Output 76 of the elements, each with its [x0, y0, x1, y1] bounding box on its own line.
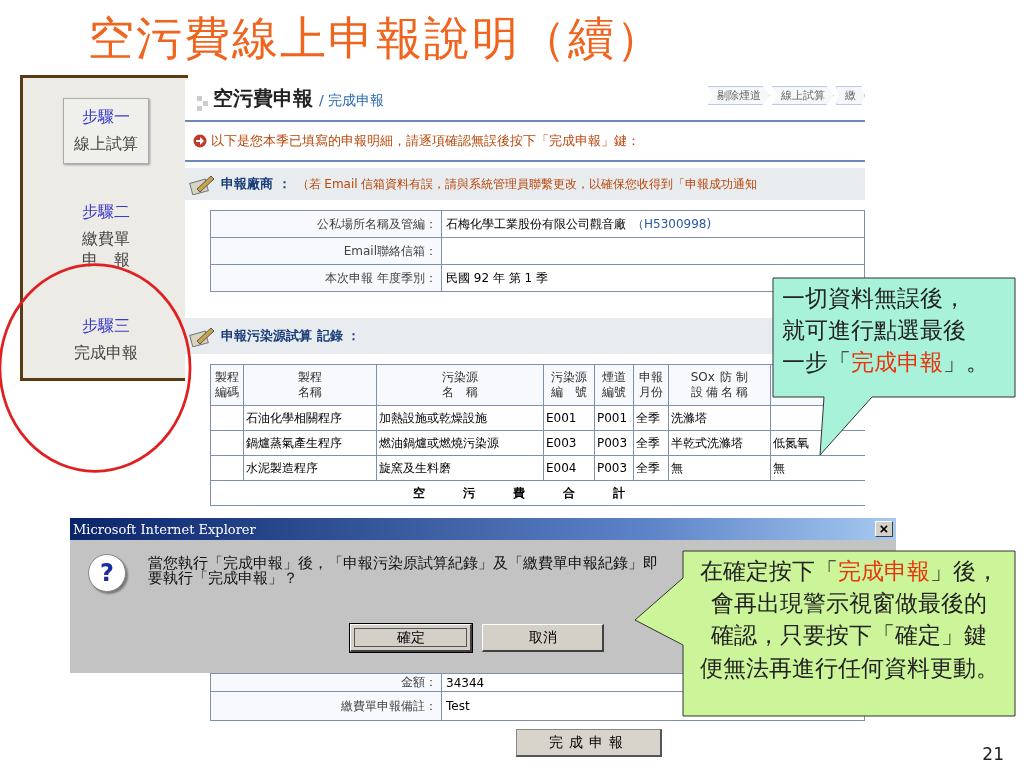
step-number: 步驟三 [81, 316, 130, 338]
callout-text: 就可進行點選最後 [782, 316, 966, 346]
callout-text: 確認，只要按下「確定」鍵 [711, 621, 987, 651]
arrow-circle-icon [193, 134, 207, 148]
callout-text: 在確定按下「完成申報」後， [699, 557, 999, 586]
step-item[interactable]: 步驟二 繳費單 申報 [63, 193, 148, 279]
table-cell: 半乾式洗滌塔 [668, 430, 771, 456]
field-value: Test [446, 699, 470, 713]
step-number: 步驟二 [81, 201, 130, 223]
callout-text: 會再出現警示視窗做最後的 [711, 589, 987, 619]
table-cell: P003 [594, 430, 634, 456]
pen-paper-icon [189, 173, 215, 195]
step-label: 完成申報 [73, 343, 138, 365]
table-cell: 無 [668, 455, 771, 481]
column-header: 污染源名稱 [442, 370, 478, 400]
column-header: 製程名稱 [298, 370, 322, 400]
table-cell: 全季 [633, 430, 669, 456]
column-header: 製程編碼 [215, 370, 239, 400]
table-cell: 石油化學相關程序 [243, 405, 377, 431]
table-cell: E001 [543, 405, 595, 431]
section-title: 申報污染源試算 記錄 ： [221, 327, 361, 345]
slide-title: 空污費線上申報說明（續） [88, 10, 664, 67]
field-label: 公私場所名稱及管編： [210, 210, 442, 238]
column-header: 污染源編號 [551, 370, 587, 400]
breadcrumb-step[interactable]: 剔除煙道 [708, 86, 770, 105]
dialog-message: 當您執行「完成申報」後，「申報污染原試算紀錄」及「繳費單申報紀錄」即 [148, 556, 658, 571]
table-cell: 燃油鍋爐或燃燒污染源 [376, 430, 544, 456]
field-label: 金額： [210, 673, 442, 692]
table-cell: P001 [594, 405, 634, 431]
company-code: （H5300998) [632, 216, 712, 231]
question-icon: ? [88, 554, 126, 592]
pen-paper-icon [189, 325, 215, 347]
page-title: 空污費申報 [213, 85, 313, 112]
dialog-message: 要執行「完成申報」？ [148, 571, 298, 587]
step-label: 線上試算 [73, 134, 138, 155]
callout-text: 便無法再進行任何資料更動。 [699, 653, 999, 683]
total-row: 空污費合計 [210, 480, 865, 506]
column-header: SOx防制設備名稱 [690, 370, 749, 400]
table-cell: 全季 [633, 455, 669, 481]
table-cell: 鍋爐蒸氣產生程序 [243, 430, 377, 456]
column-header: 申報月份 [639, 370, 663, 400]
field-label: Email聯絡信箱： [210, 237, 442, 265]
step-item[interactable]: 步驟三 完成申報 [63, 308, 148, 373]
field-value: 34344 [446, 675, 485, 690]
table-cell: E003 [543, 430, 595, 456]
page-number: 21 [982, 744, 1004, 764]
breadcrumb-step[interactable]: 繳 [836, 86, 865, 105]
step-item[interactable]: 步驟一 線上試算 [62, 98, 149, 164]
notice-text: 以下是您本季已填寫的申報明細，請逐項確認無誤後按下「完成申報」鍵： [211, 132, 640, 150]
table-cell: 水泥製造程序 [243, 455, 377, 481]
table-cell: P003 [594, 455, 634, 481]
dialog-button[interactable]: 取消 [482, 624, 604, 652]
step-label: 申報 [81, 249, 130, 271]
callout-text: 一切資料無誤後， [782, 284, 966, 313]
table-cell: E004 [543, 455, 595, 481]
submit-button[interactable]: 完成申報 [516, 729, 662, 757]
table-cell: 旋窯及生料磨 [376, 455, 544, 481]
dialog-title: Microsoft Internet Explorer [73, 521, 256, 537]
step-label: 繳費單 [81, 228, 130, 250]
breadcrumb-step[interactable]: 線上試算 [772, 86, 834, 105]
page-subtitle: / 完成申報 [319, 92, 385, 110]
column-header: 煙道編號 [602, 370, 626, 400]
dots-icon [197, 94, 209, 112]
field-label: 本次申報 年度季別： [210, 264, 442, 292]
table-cell: 全季 [633, 405, 669, 431]
step-number: 步驟一 [81, 107, 130, 128]
field-value: 石梅化學工業股份有限公司觀音廠 [446, 216, 626, 231]
close-button[interactable]: × [875, 521, 893, 537]
field-label: 繳費單申報備註： [210, 691, 442, 721]
section-note: （若 Email 信箱資料有誤，請與系統管理員聯繫更改，以確保您收得到「申報成功通知 [296, 175, 758, 193]
dialog-button[interactable]: 確定 [350, 624, 472, 652]
table-cell: 加熱設施或乾燥設施 [376, 405, 544, 431]
table-cell: 洗滌塔 [668, 405, 771, 431]
callout-text: 一步「完成申報」。 [782, 348, 989, 378]
field-value: 民國 92 年 第 1 季 [446, 270, 548, 285]
section-title: 申報廠商 ： [221, 175, 291, 193]
